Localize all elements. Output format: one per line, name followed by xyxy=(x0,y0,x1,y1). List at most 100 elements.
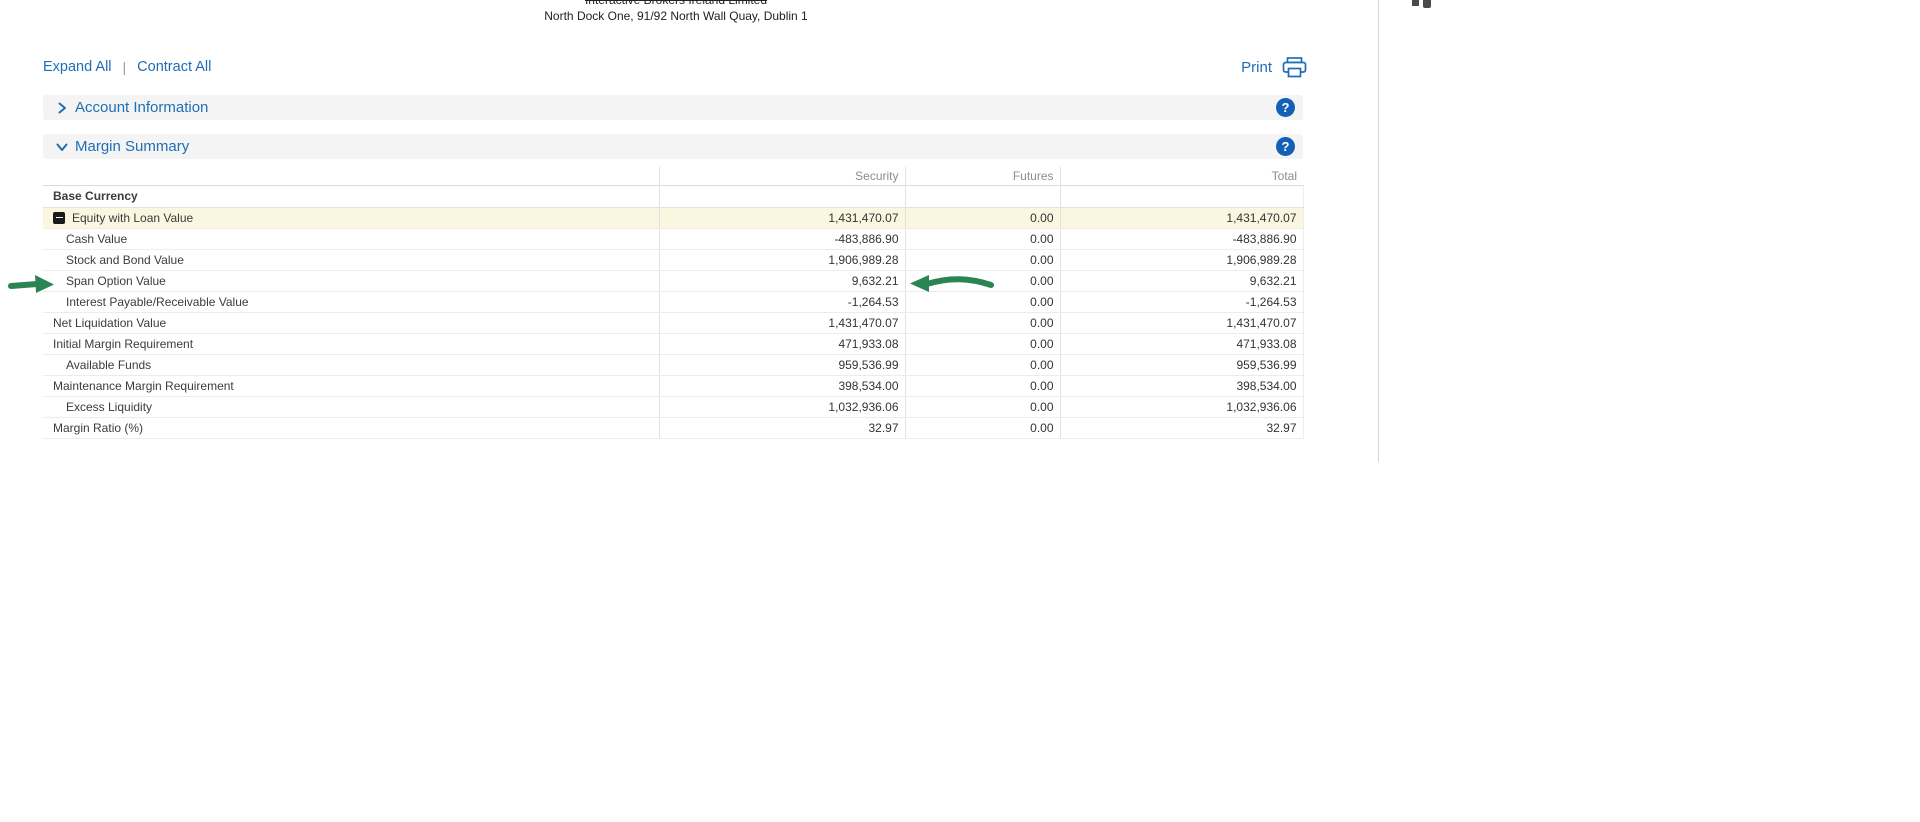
cell-security: 1,431,470.07 xyxy=(659,312,905,333)
link-separator: | xyxy=(123,59,127,75)
cell-futures: 0.00 xyxy=(905,312,1060,333)
cell-label: Interest Payable/Receivable Value xyxy=(43,291,659,312)
cell-security: -1,264.53 xyxy=(659,291,905,312)
table-row: Available Funds 959,536.990.00959,536.99 xyxy=(43,354,1303,375)
table-row: Maintenance Margin Requirement 398,534.00… xyxy=(43,375,1303,396)
page: Interactive Brokers Ireland Limited Nort… xyxy=(0,0,1920,822)
print-button[interactable]: Print xyxy=(1241,57,1307,78)
row-label: Net Liquidation Value xyxy=(53,316,166,330)
cell-label: Available Funds xyxy=(43,354,659,375)
cell-total: -483,886.90 xyxy=(1060,228,1303,249)
help-icon[interactable]: ? xyxy=(1276,137,1295,156)
margin-table-body: Base Currency Equity with Loan Value 1,43… xyxy=(43,185,1303,438)
cell-label: Excess Liquidity xyxy=(43,396,659,417)
cell-security xyxy=(659,185,905,207)
company-address: North Dock One, 91/92 North Wall Quay, D… xyxy=(0,9,1352,23)
collapse-row-icon[interactable] xyxy=(53,212,65,224)
table-row: Margin Ratio (%) 32.970.0032.97 xyxy=(43,417,1303,438)
annotation-arrow-left-icon xyxy=(908,272,994,296)
annotation-arrow-right-icon xyxy=(8,272,56,296)
company-name: Interactive Brokers Ireland Limited xyxy=(0,0,1352,7)
cell-label: Initial Margin Requirement xyxy=(43,333,659,354)
cell-total: 1,431,470.07 xyxy=(1060,312,1303,333)
cell-label: Span Option Value xyxy=(43,270,659,291)
cell-total xyxy=(1060,185,1303,207)
cell-total: -1,264.53 xyxy=(1060,291,1303,312)
table-row: Cash Value -483,886.900.00-483,886.90 xyxy=(43,228,1303,249)
row-label: Available Funds xyxy=(66,358,151,372)
page-edge-divider xyxy=(1378,0,1379,462)
column-header-security: Security xyxy=(659,167,905,185)
help-icon[interactable]: ? xyxy=(1276,98,1295,117)
row-label: Margin Ratio (%) xyxy=(53,421,143,435)
table-row: Interest Payable/Receivable Value -1,264.… xyxy=(43,291,1303,312)
toolbar: Expand All | Contract All Print xyxy=(43,55,1307,79)
row-label: Cash Value xyxy=(66,232,127,246)
cell-futures: 0.00 xyxy=(905,417,1060,438)
cell-total: 1,906,989.28 xyxy=(1060,249,1303,270)
cell-total: 398,534.00 xyxy=(1060,375,1303,396)
table-row: Equity with Loan Value 1,431,470.070.001,… xyxy=(43,207,1303,228)
cell-futures: 0.00 xyxy=(905,396,1060,417)
print-label: Print xyxy=(1241,59,1272,76)
table-header-row: Security Futures Total xyxy=(43,167,1303,185)
cell-futures: 0.00 xyxy=(905,228,1060,249)
cell-total: 1,431,470.07 xyxy=(1060,207,1303,228)
contract-all-link[interactable]: Contract All xyxy=(137,59,211,75)
row-label: Equity with Loan Value xyxy=(72,211,193,225)
screen-artifact xyxy=(1412,0,1419,6)
row-label: Span Option Value xyxy=(66,274,166,288)
cell-total: 32.97 xyxy=(1060,417,1303,438)
cell-security: 398,534.00 xyxy=(659,375,905,396)
table-row: Excess Liquidity 1,032,936.060.001,032,93… xyxy=(43,396,1303,417)
row-label: Stock and Bond Value xyxy=(66,253,184,267)
cell-label: Net Liquidation Value xyxy=(43,312,659,333)
cell-label: Stock and Bond Value xyxy=(43,249,659,270)
chevron-right-icon xyxy=(56,102,68,114)
cell-security: 1,431,470.07 xyxy=(659,207,905,228)
table-row: Initial Margin Requirement 471,933.080.00… xyxy=(43,333,1303,354)
section-margin-summary[interactable]: Margin Summary ? xyxy=(43,134,1303,159)
cell-total: 471,933.08 xyxy=(1060,333,1303,354)
chevron-down-icon xyxy=(56,141,68,153)
cell-futures: 0.00 xyxy=(905,375,1060,396)
cell-futures: 0.00 xyxy=(905,354,1060,375)
cell-security: 1,906,989.28 xyxy=(659,249,905,270)
row-label: Initial Margin Requirement xyxy=(53,337,193,351)
screen-artifact xyxy=(1423,0,1431,8)
row-label: Maintenance Margin Requirement xyxy=(53,379,234,393)
margin-summary-table: Security Futures Total Base Currency Equ… xyxy=(43,167,1304,439)
cell-security: 1,032,936.06 xyxy=(659,396,905,417)
expand-contract-links: Expand All | Contract All xyxy=(43,59,211,75)
column-header-total: Total xyxy=(1060,167,1303,185)
row-label: Excess Liquidity xyxy=(66,400,152,414)
cell-label: Equity with Loan Value xyxy=(43,207,659,228)
cell-total: 9,632.21 xyxy=(1060,270,1303,291)
cell-futures: 0.00 xyxy=(905,207,1060,228)
section-account-information[interactable]: Account Information ? xyxy=(43,95,1303,120)
row-label: Interest Payable/Receivable Value xyxy=(66,295,249,309)
printer-icon xyxy=(1282,57,1307,78)
column-header-blank xyxy=(43,167,659,185)
cell-security: -483,886.90 xyxy=(659,228,905,249)
cell-security: 959,536.99 xyxy=(659,354,905,375)
cell-futures: 0.00 xyxy=(905,333,1060,354)
cell-futures: 0.00 xyxy=(905,249,1060,270)
column-header-futures: Futures xyxy=(905,167,1060,185)
cell-security: 9,632.21 xyxy=(659,270,905,291)
group-row-base-currency: Base Currency xyxy=(43,185,1303,207)
table-row: Span Option Value9,632.210.009,632.21 xyxy=(43,270,1303,291)
cell-total: 959,536.99 xyxy=(1060,354,1303,375)
cell-security: 471,933.08 xyxy=(659,333,905,354)
section-title: Margin Summary xyxy=(75,138,189,155)
section-title: Account Information xyxy=(75,99,208,116)
group-label: Base Currency xyxy=(43,185,659,207)
table-row: Net Liquidation Value 1,431,470.070.001,4… xyxy=(43,312,1303,333)
cell-futures xyxy=(905,185,1060,207)
cell-security: 32.97 xyxy=(659,417,905,438)
expand-all-link[interactable]: Expand All xyxy=(43,59,112,75)
cell-label: Cash Value xyxy=(43,228,659,249)
cell-label: Margin Ratio (%) xyxy=(43,417,659,438)
cell-total: 1,032,936.06 xyxy=(1060,396,1303,417)
table-row: Stock and Bond Value 1,906,989.280.001,90… xyxy=(43,249,1303,270)
